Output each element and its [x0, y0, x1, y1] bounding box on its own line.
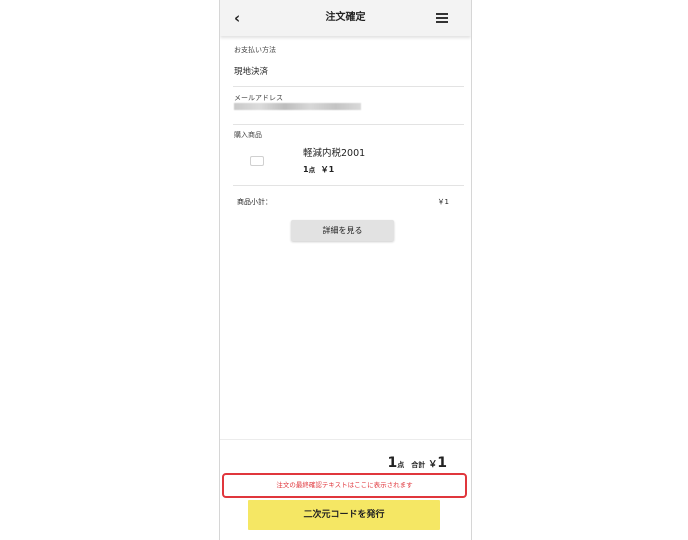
hamburger-menu-icon[interactable] [436, 13, 448, 23]
order-total: 1点 合計 ￥1 [387, 452, 447, 475]
product-name: 軽減内税2001 [303, 148, 366, 159]
product-qty-unit: 点 [308, 166, 316, 174]
subtotal-value: ￥1 [437, 198, 449, 206]
yen-sign: ￥ [428, 460, 438, 470]
phone-screen: ‹ 注文確定 お支払い方法 現地決済 メールアドレス 購入商品 軽減内税2001… [219, 0, 472, 540]
subtotal-label: 商品小計： [237, 198, 272, 206]
payment-method-value: 現地決済 [234, 67, 269, 77]
product-image-placeholder-icon [250, 156, 264, 166]
issue-qr-code-button[interactable]: 二次元コードを発行 [248, 500, 440, 530]
divider [233, 124, 464, 125]
footer-divider [220, 439, 471, 440]
total-qty-unit: 点 [397, 461, 405, 469]
product-price: ￥1 [320, 165, 335, 174]
final-confirmation-text-box: 注文の最終確認テキストはここに表示されます [222, 473, 467, 498]
email-value-obscured [234, 103, 361, 110]
total-qty: 1 [387, 455, 398, 471]
product-qty-price: 1点 ￥1 [303, 164, 334, 176]
app-header: ‹ 注文確定 [220, 0, 471, 36]
purchased-items-label: 購入商品 [234, 131, 262, 139]
page-title: 注文確定 [325, 12, 366, 23]
email-label: メールアドレス [234, 94, 283, 102]
total-label: 合計 [411, 461, 426, 469]
total-amount: 1 [437, 455, 447, 471]
view-details-button[interactable]: 詳細を見る [291, 220, 394, 241]
payment-method-label: お支払い方法 [234, 46, 276, 54]
divider [233, 86, 464, 87]
divider [233, 185, 464, 186]
